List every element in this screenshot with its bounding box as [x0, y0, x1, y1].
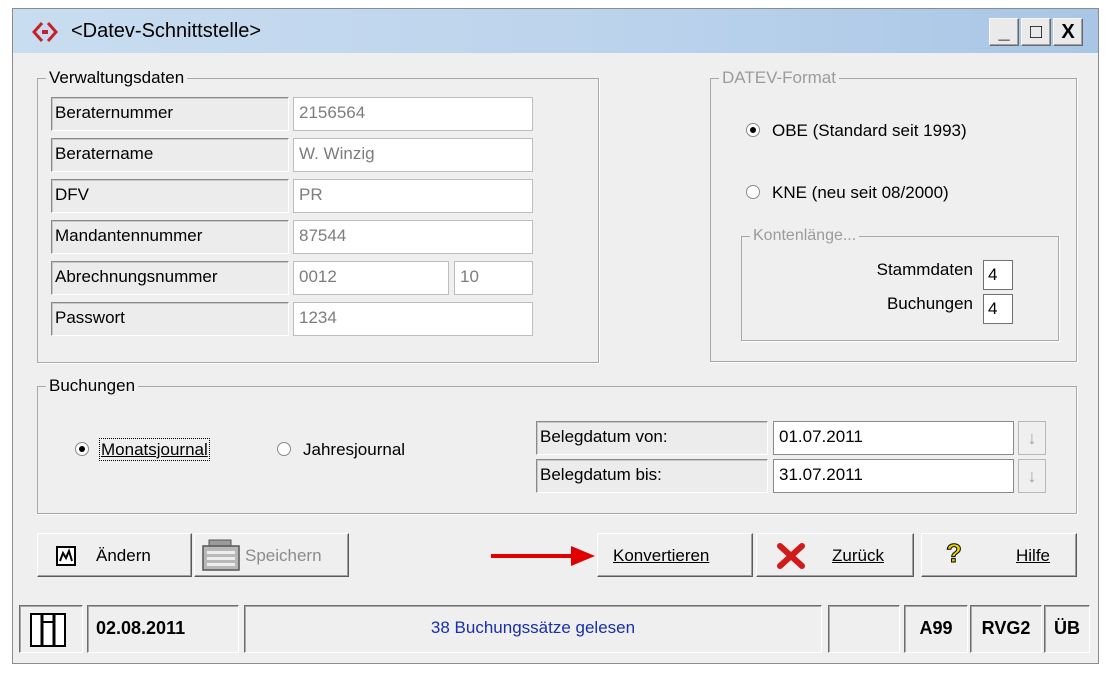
- buchungen-length-input[interactable]: 4: [983, 294, 1013, 324]
- datev-window: <Datev-Schnittstelle> _ □ X Verwaltungsd…: [12, 8, 1099, 664]
- status-code-rvg2: RVG2: [970, 605, 1042, 653]
- stammdaten-label: Stammdaten: [876, 260, 973, 279]
- belegdatum-von-label: Belegdatum von:: [536, 421, 768, 455]
- datev-format-title: DATEV-Format: [719, 67, 839, 89]
- hilfe-button[interactable]: ? Hilfe: [921, 533, 1077, 577]
- minimize-button[interactable]: _: [989, 18, 1019, 46]
- red-x-icon: [777, 543, 805, 569]
- obe-radio[interactable]: OBE (Standard seit 1993): [746, 121, 967, 141]
- monatsjournal-radio[interactable]: Monatsjournal: [75, 438, 210, 461]
- status-message: 38 Buchungssätze gelesen: [244, 605, 822, 653]
- zurueck-label: Zurück: [832, 546, 884, 565]
- kne-radio[interactable]: KNE (neu seit 08/2000): [746, 183, 949, 203]
- status-empty-cell: [828, 605, 900, 653]
- abrechnungsnummer-field[interactable]: 0012: [293, 261, 449, 295]
- hilfe-label: Hilfe: [1016, 546, 1051, 565]
- kontenlaenge-title: Kontenlänge...: [750, 225, 860, 247]
- beraternummer-field[interactable]: 2156564: [293, 97, 533, 131]
- speichern-label: Speichern: [245, 546, 322, 565]
- abrechnungsnummer-label: Abrechnungsnummer: [51, 261, 289, 295]
- status-code-a99: A99: [904, 605, 968, 653]
- title-bar[interactable]: <Datev-Schnittstelle> _ □ X: [13, 9, 1098, 53]
- edit-icon: [56, 546, 76, 566]
- status-code-ub: ÜB: [1044, 605, 1090, 653]
- save-icon: [202, 539, 240, 571]
- aendern-button[interactable]: Ändern: [37, 533, 192, 577]
- status-date: 02.08.2011: [87, 605, 239, 653]
- speichern-button[interactable]: Speichern: [194, 533, 349, 577]
- passwort-field[interactable]: 1234: [293, 302, 533, 336]
- buchungen-title: Buchungen: [46, 375, 139, 397]
- verwaltungsdaten-title: Verwaltungsdaten: [46, 67, 188, 89]
- statusbar-icon-cell[interactable]: [19, 605, 83, 653]
- konvertieren-button[interactable]: Konvertieren: [597, 533, 753, 577]
- question-icon: ?: [946, 538, 963, 569]
- arrow-down-icon: ↓: [1027, 428, 1037, 448]
- buchungen-length-label: Buchungen: [886, 294, 973, 313]
- beratername-label: Beratername: [51, 138, 289, 172]
- jahresjournal-label: Jahresjournal: [303, 440, 406, 459]
- passwort-label: Passwort: [51, 302, 289, 336]
- belegdatum-bis-label: Belegdatum bis:: [536, 459, 768, 493]
- jahresjournal-radio[interactable]: Jahresjournal: [277, 440, 405, 460]
- app-diamond-icon: [32, 22, 58, 42]
- zurueck-button[interactable]: Zurück: [756, 533, 914, 577]
- beraternummer-label: Beraternummer: [51, 97, 289, 131]
- radio-unchecked-icon: [746, 185, 760, 199]
- abrechnungsnummer-field-2[interactable]: 10: [454, 261, 533, 295]
- belegdatum-von-field[interactable]: 01.07.2011: [773, 421, 1014, 455]
- red-arrow-icon: [491, 546, 595, 566]
- close-button[interactable]: X: [1053, 18, 1083, 46]
- belegdatum-bis-field[interactable]: 31.07.2011: [773, 459, 1014, 493]
- belegdatum-von-dropdown[interactable]: ↓: [1018, 421, 1046, 455]
- stammdaten-input[interactable]: 4: [983, 260, 1013, 290]
- grid-icon: [30, 613, 66, 647]
- aendern-label: Ändern: [96, 546, 151, 565]
- maximize-button[interactable]: □: [1021, 18, 1051, 46]
- obe-radio-label: OBE (Standard seit 1993): [772, 121, 967, 140]
- konvertieren-label: Konvertieren: [613, 546, 710, 565]
- dfv-field[interactable]: PR: [293, 179, 533, 213]
- window-title: <Datev-Schnittstelle>: [71, 20, 262, 42]
- radio-unchecked-icon: [277, 442, 291, 456]
- beratername-field[interactable]: W. Winzig: [293, 138, 533, 172]
- radio-checked-icon: [75, 442, 89, 456]
- radio-checked-icon: [746, 123, 760, 137]
- dfv-label: DFV: [51, 179, 289, 213]
- arrow-down-icon: ↓: [1027, 466, 1037, 486]
- kne-radio-label: KNE (neu seit 08/2000): [772, 183, 949, 202]
- belegdatum-bis-dropdown[interactable]: ↓: [1018, 459, 1046, 493]
- mandantennummer-label: Mandantennummer: [51, 220, 289, 254]
- mandantennummer-field[interactable]: 87544: [293, 220, 533, 254]
- monatsjournal-label: Monatsjournal: [99, 438, 210, 461]
